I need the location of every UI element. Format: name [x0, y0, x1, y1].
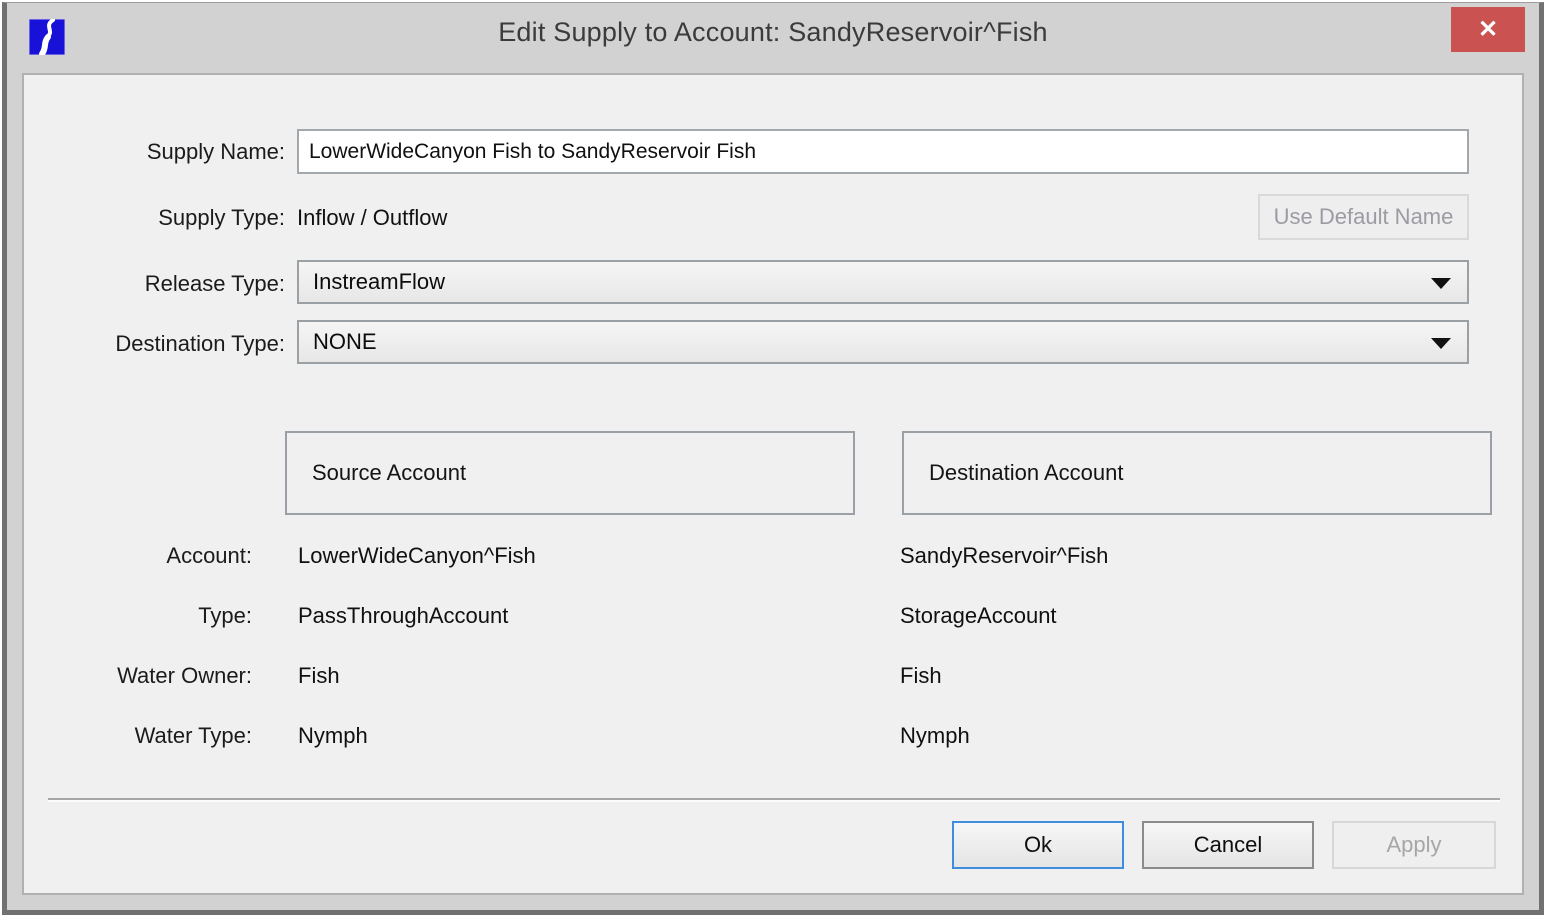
supply-name-input[interactable]	[297, 129, 1469, 174]
source-water-type-value: Nymph	[298, 723, 368, 749]
destination-account-value: SandyReservoir^Fish	[900, 543, 1108, 569]
dialog-body: Supply Name: Supply Type: Inflow / Outfl…	[22, 73, 1524, 895]
use-default-name-button[interactable]: Use Default Name	[1258, 194, 1469, 240]
destination-type-dropdown[interactable]: NONE	[297, 320, 1469, 364]
water-type-row-label: Water Type:	[24, 723, 252, 749]
release-type-value: InstreamFlow	[313, 269, 445, 295]
destination-type-account-value: StorageAccount	[900, 603, 1057, 629]
destination-water-type-value: Nymph	[900, 723, 970, 749]
footer-divider	[48, 798, 1500, 800]
supply-type-value: Inflow / Outflow	[297, 205, 447, 231]
dialog-window: Edit Supply to Account: SandyReservoir^F…	[2, 2, 1544, 915]
destination-account-group-label: Destination Account	[929, 460, 1123, 486]
supply-type-label: Supply Type:	[24, 205, 285, 231]
destination-water-owner-value: Fish	[900, 663, 942, 689]
type-row-label: Type:	[24, 603, 252, 629]
source-account-value: LowerWideCanyon^Fish	[298, 543, 536, 569]
close-icon: ✕	[1478, 15, 1498, 44]
dialog-title: Edit Supply to Account: SandyReservoir^F…	[7, 17, 1539, 48]
dropdown-arrow-icon	[1431, 278, 1451, 289]
source-water-owner-value: Fish	[298, 663, 340, 689]
supply-name-label: Supply Name:	[24, 139, 285, 165]
destination-type-label: Destination Type:	[24, 331, 285, 357]
destination-type-value: NONE	[313, 329, 377, 355]
source-account-group: Source Account	[285, 431, 855, 515]
dropdown-arrow-icon	[1431, 338, 1451, 349]
release-type-dropdown[interactable]: InstreamFlow	[297, 260, 1469, 304]
destination-account-group: Destination Account	[902, 431, 1492, 515]
source-type-value: PassThroughAccount	[298, 603, 508, 629]
close-button[interactable]: ✕	[1451, 7, 1525, 52]
ok-button[interactable]: Ok	[952, 821, 1124, 869]
title-bar: Edit Supply to Account: SandyReservoir^F…	[7, 3, 1539, 69]
release-type-label: Release Type:	[24, 271, 285, 297]
source-account-group-label: Source Account	[312, 460, 466, 486]
cancel-button[interactable]: Cancel	[1142, 821, 1314, 869]
apply-button[interactable]: Apply	[1332, 821, 1496, 869]
account-row-label: Account:	[24, 543, 252, 569]
water-owner-row-label: Water Owner:	[24, 663, 252, 689]
